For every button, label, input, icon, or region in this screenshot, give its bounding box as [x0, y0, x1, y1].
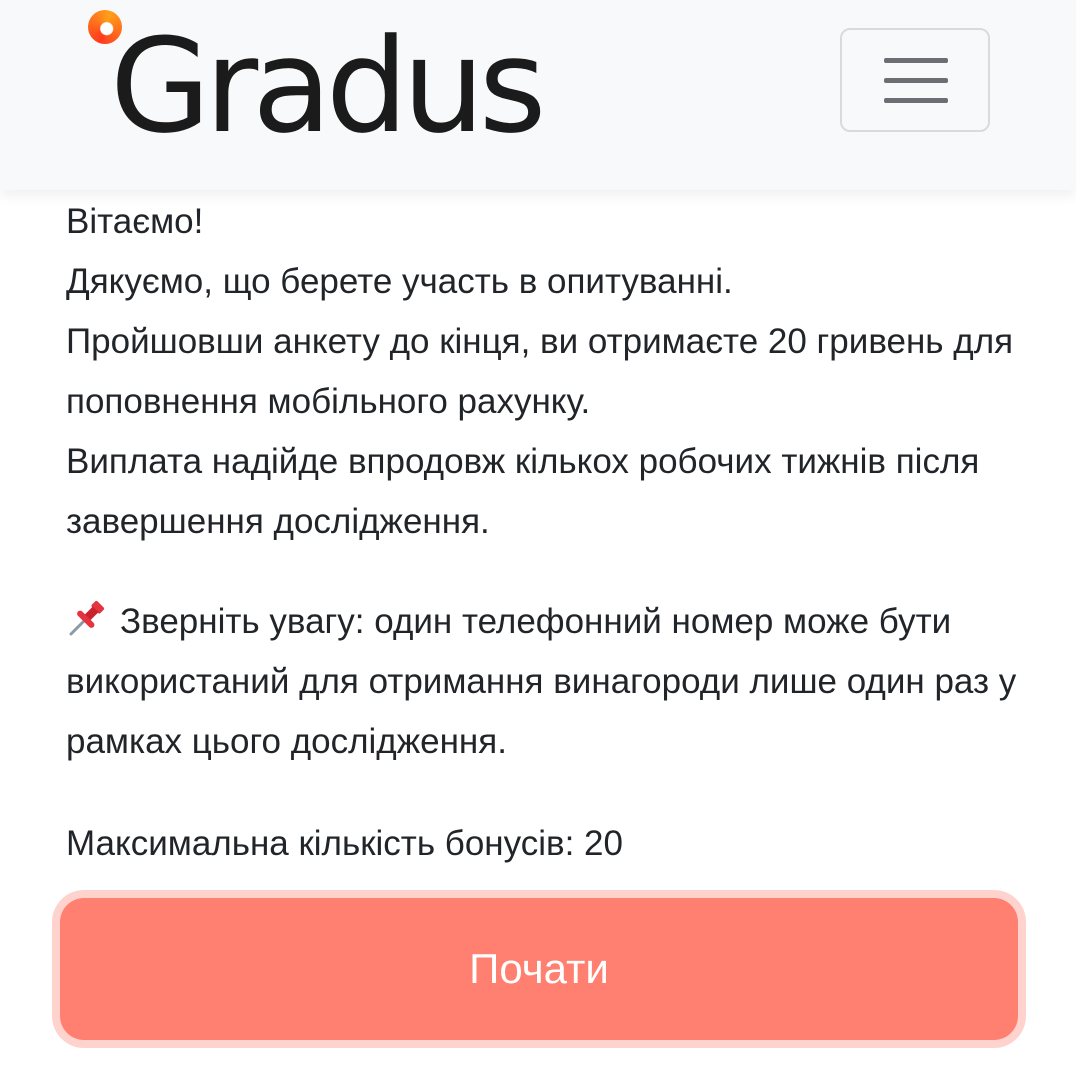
intro-text: Вітаємо! Дякуємо, що берете участь в опи… [66, 192, 1026, 552]
menu-toggle-button[interactable] [840, 28, 990, 132]
start-button[interactable]: Почати [60, 898, 1018, 1040]
payout-text: Виплата надійде впродовж кількох робочих… [66, 442, 980, 541]
navbar: Gradus [0, 0, 1076, 190]
survey-intro: Вітаємо! Дякуємо, що берете участь в опи… [66, 192, 1026, 772]
greeting-text: Вітаємо! [66, 202, 204, 241]
hamburger-icon [884, 58, 948, 63]
hamburger-icon-bar [884, 98, 948, 103]
reward-text: Пройшовши анкету до кінця, ви отримаєте … [66, 322, 1014, 421]
thanks-text: Дякуємо, що берете участь в опитуванні. [66, 262, 733, 301]
pushpin-icon [69, 600, 105, 636]
logo-text: Gradus [110, 10, 546, 162]
notice-text-block: Зверніть увагу: один телефонний номер мо… [66, 592, 1026, 772]
notice-text: Зверніть увагу: один телефонний номер мо… [66, 602, 1017, 761]
hamburger-icon-bar [884, 78, 948, 83]
max-bonus-text: Максимальна кількість бонусів: 20 [66, 824, 623, 863]
gradus-logo[interactable]: Gradus [88, 10, 588, 160]
